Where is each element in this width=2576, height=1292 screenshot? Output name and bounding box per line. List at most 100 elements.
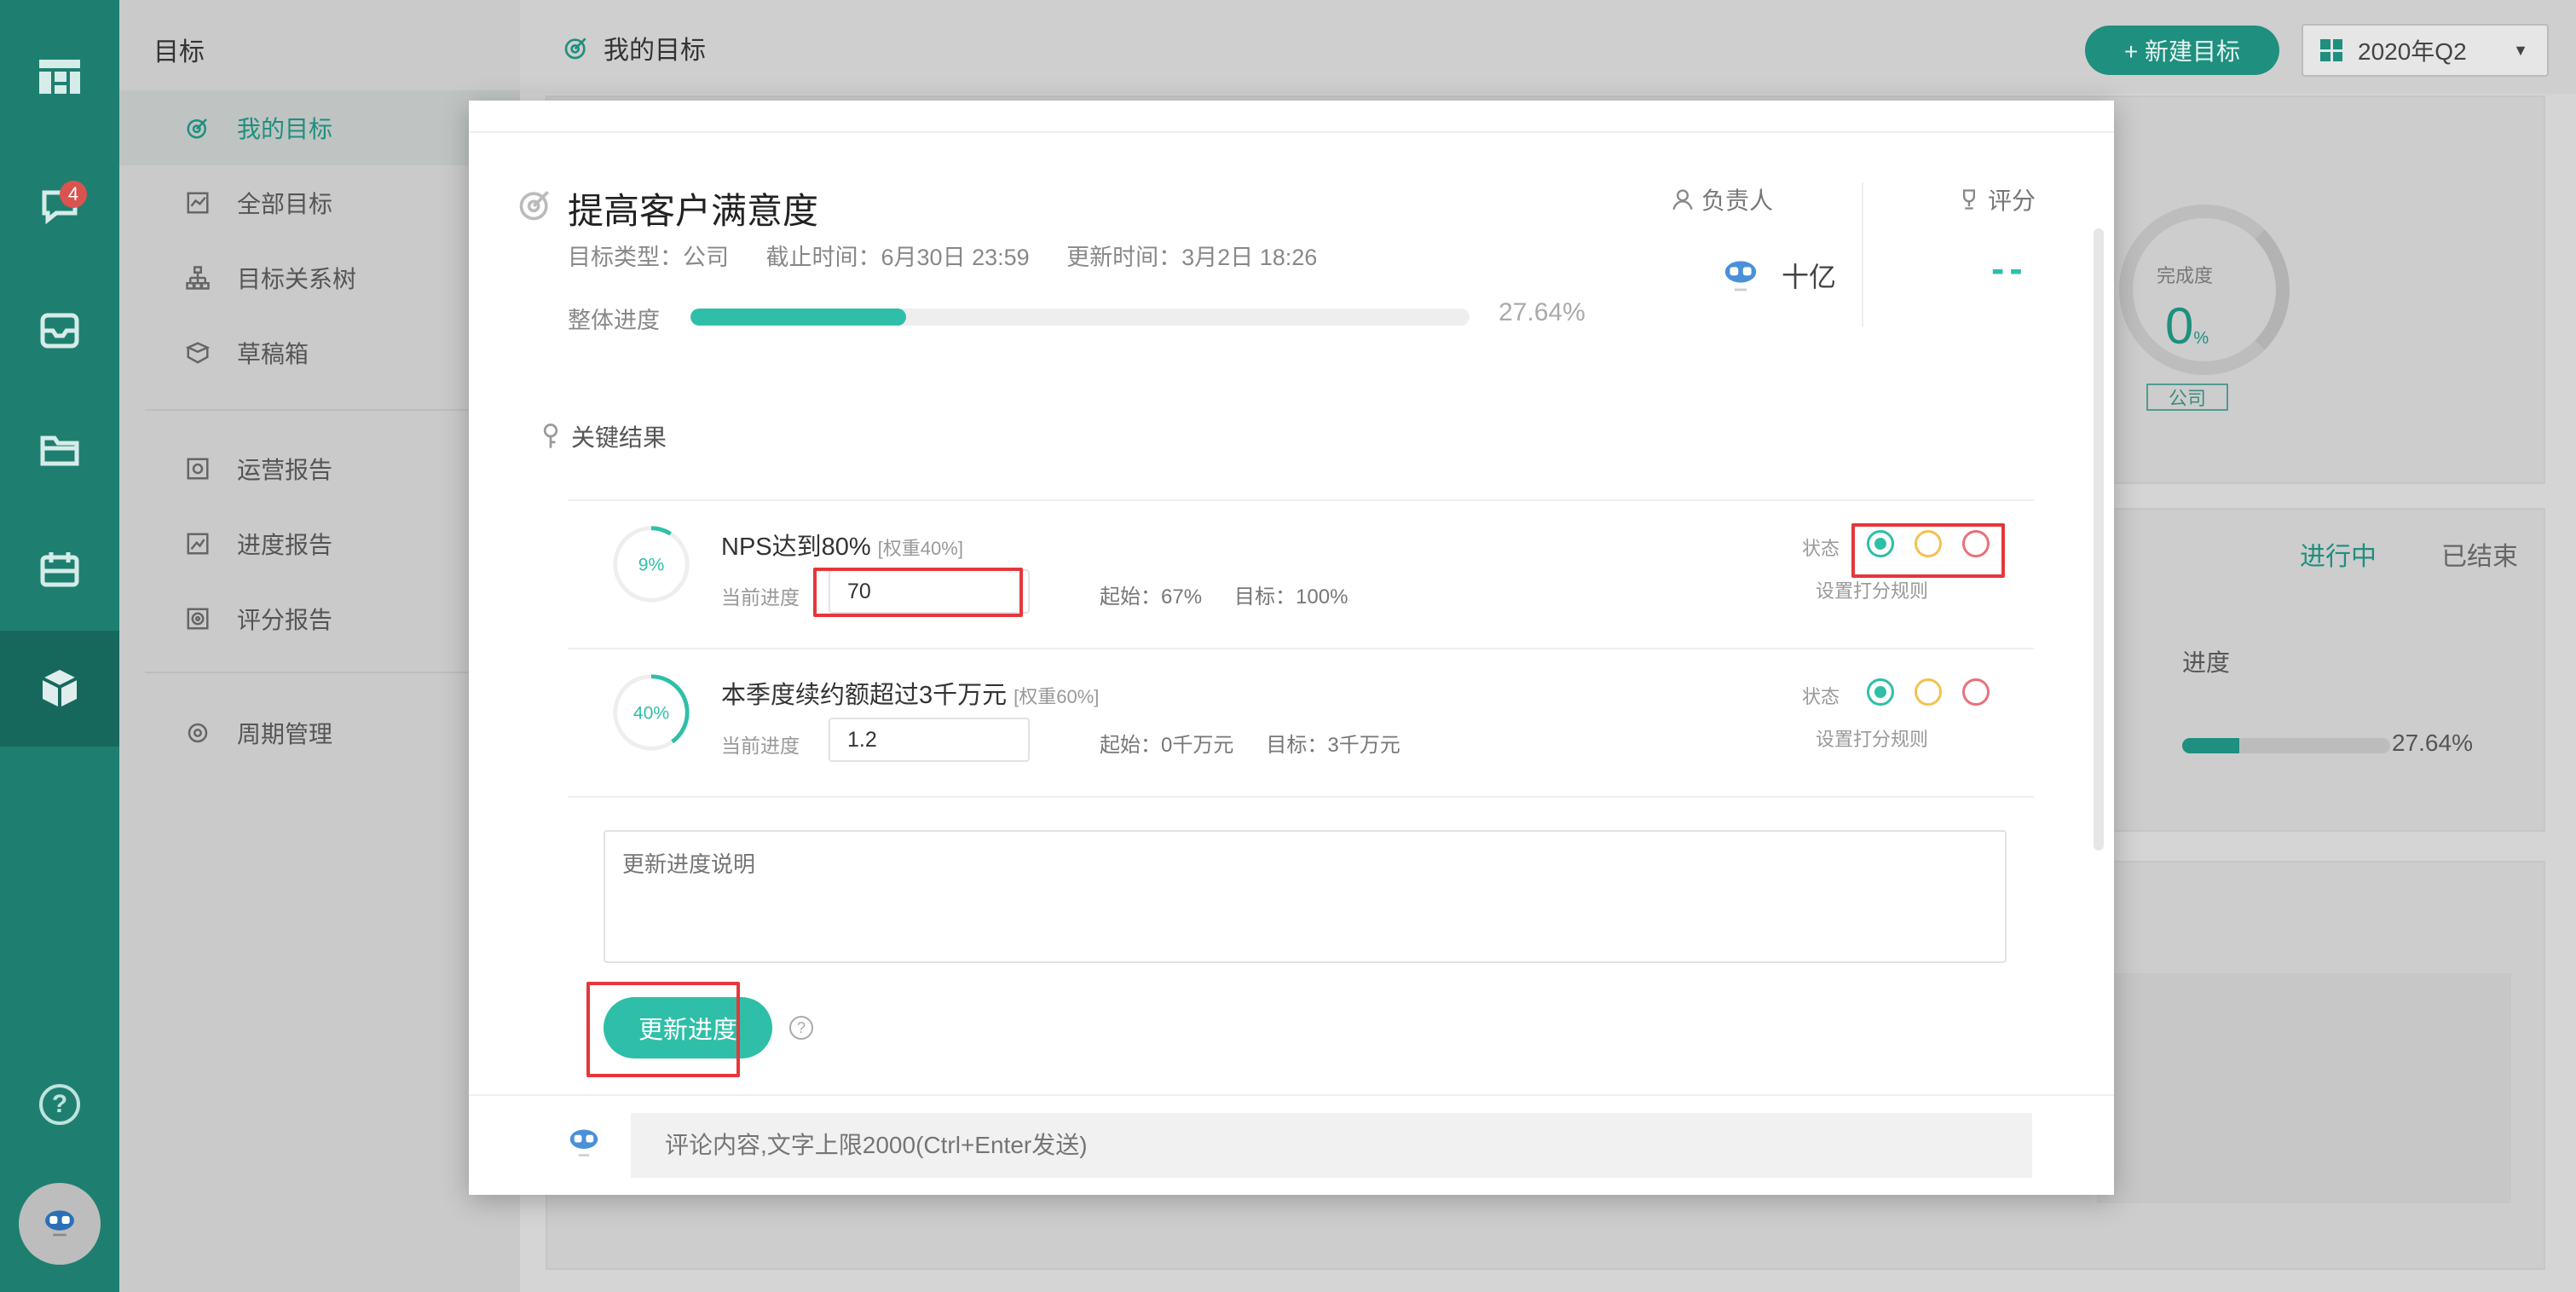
trend-icon	[182, 528, 213, 559]
owner-label: 负责人	[1671, 182, 1773, 216]
owner-name: 十亿	[1782, 262, 1837, 292]
score-value: --	[1991, 246, 2028, 291]
sidebar: 目标 我的目标 全部目标 目标关系树 草稿箱 运营报告 进度报告 评分报告 周期…	[119, 0, 520, 1292]
settings-icon	[182, 718, 213, 748]
key-icon	[543, 424, 558, 448]
page-title-text: 我的目标	[604, 37, 706, 65]
divider	[568, 796, 2034, 798]
modal-toolbar	[469, 101, 2114, 133]
commenter-avatar	[569, 1129, 598, 1156]
sidebar-item-label: 草稿箱	[237, 341, 309, 367]
score-label: 评分	[1957, 182, 2036, 216]
kr-range: 起始：0千万元 目标：3千万元	[1100, 734, 1401, 757]
overall-progress-label: 整体进度	[568, 308, 660, 333]
modal-scrollbar[interactable]	[2094, 228, 2104, 851]
goal-title: 提高客户满意度	[568, 191, 819, 231]
sidebar-item-goal-tree[interactable]: 目标关系树	[119, 240, 520, 315]
goal-updated-time: 更新时间：3月2日 18:26	[1066, 245, 1318, 270]
trophy-icon	[1963, 189, 1975, 210]
kr-range: 起始：67% 目标：100%	[1100, 585, 1349, 609]
score-report-icon	[182, 603, 213, 634]
sidebar-item-label: 我的目标	[237, 116, 333, 142]
kr-state-label: 状态	[1802, 686, 1840, 707]
status-delayed-radio[interactable]	[1962, 530, 1990, 557]
sidebar-item-label: 进度报告	[237, 532, 333, 558]
sidebar-item-score-report[interactable]: 评分报告	[119, 581, 520, 656]
key-result-item: 9% NPS达到80%[权重40%] 当前进度 起始：67%目标：100% 状态…	[568, 499, 2034, 646]
goal-meta: 目标类型：公司 截止时间：6月30日 23:59 更新时间：3月2日 18:26	[568, 239, 1348, 272]
sidebar-item-drafts[interactable]: 草稿箱	[119, 315, 520, 390]
target-icon	[519, 191, 549, 221]
sidebar-item-all-goals[interactable]: 全部目标	[119, 165, 520, 240]
sidebar-divider	[145, 672, 503, 673]
sidebar-item-cycle-management[interactable]: 周期管理	[119, 695, 520, 770]
app-rail: 4 ?	[0, 0, 119, 1292]
chat-icon[interactable]	[0, 148, 119, 264]
inbox-icon[interactable]	[0, 273, 119, 389]
quarter-value: 2020年Q2	[2358, 38, 2467, 65]
new-goal-button[interactable]: + 新建目标	[2085, 26, 2279, 75]
key-result-item: 40% 本季度续约额超过3千万元[权重60%] 当前进度 起始：0千万元目标：3…	[568, 648, 2034, 794]
overall-progress-value: 27.64%	[1499, 298, 1585, 326]
goal-progress-bar	[2182, 738, 2390, 753]
kr-score-rule-link[interactable]: 设置打分规则	[1816, 576, 1928, 603]
kr-progress-percent: 40%	[633, 704, 669, 724]
sidebar-item-my-goals[interactable]: 我的目标	[119, 90, 520, 165]
completion-value: 0%	[2165, 297, 2209, 355]
tree-icon	[182, 262, 213, 293]
help-icon[interactable]: ?	[789, 1016, 813, 1040]
box-icon[interactable]	[0, 631, 119, 747]
kr-current-label: 当前进度	[721, 735, 800, 757]
sidebar-item-label: 周期管理	[237, 721, 333, 747]
key-results-heading: 关键结果	[540, 419, 667, 453]
target-icon	[182, 112, 213, 143]
page-title: 我的目标	[563, 29, 706, 66]
sidebar-item-label: 全部目标	[237, 191, 333, 217]
update-progress-button[interactable]: 更新进度	[604, 997, 772, 1058]
type-tag: 公司	[2146, 384, 2228, 411]
sidebar-item-label: 目标关系树	[237, 266, 357, 292]
kr-name: NPS达到80% [权重40%]	[721, 534, 963, 561]
sidebar-item-label: 运营报告	[237, 457, 333, 483]
person-icon	[1672, 189, 1693, 210]
status-normal-radio[interactable]	[1867, 678, 1894, 706]
column-progress: 进度	[2182, 649, 2231, 676]
activity-list	[2097, 973, 2511, 1203]
goal-deadline: 截止时间：6月30日 23:59	[765, 245, 1030, 270]
sidebar-divider	[145, 409, 503, 411]
quarter-select[interactable]: 2020年Q2 ▼	[2302, 24, 2549, 77]
sidebar-item-progress-report[interactable]: 进度报告	[119, 506, 520, 581]
help-icon[interactable]: ?	[39, 1084, 80, 1125]
calendar-icon[interactable]	[0, 511, 119, 627]
goal-detail-modal: 提高客户满意度 目标类型：公司 截止时间：6月30日 23:59 更新时间：3月…	[469, 101, 2114, 1195]
sidebar-item-ops-report[interactable]: 运营报告	[119, 431, 520, 506]
completion-label: 完成度	[2157, 265, 2214, 286]
comment-input[interactable]	[631, 1113, 2032, 1178]
caret-down-icon: ▼	[2513, 41, 2528, 59]
folder-icon[interactable]	[0, 392, 119, 508]
kr-current-input[interactable]	[829, 569, 1030, 614]
status-risk-radio[interactable]	[1915, 678, 1942, 706]
divider	[1862, 182, 1863, 327]
kr-current-input[interactable]	[829, 718, 1030, 762]
status-delayed-radio[interactable]	[1962, 678, 1990, 706]
overall-progress-bar	[690, 309, 1470, 326]
kr-state-radios	[1867, 530, 1990, 557]
tab-finished[interactable]: 已结束	[2441, 535, 2518, 573]
user-avatar[interactable]	[19, 1183, 101, 1265]
sidebar-item-label: 评分报告	[237, 607, 333, 633]
kr-name: 本季度续约额超过3千万元 [权重60%]	[721, 682, 1100, 709]
status-normal-radio[interactable]	[1867, 530, 1894, 557]
progress-description-input[interactable]	[604, 830, 2007, 963]
kr-score-rule-link[interactable]: 设置打分规则	[1816, 724, 1928, 752]
kr-current-label: 当前进度	[721, 586, 800, 609]
dashboard-icon[interactable]	[0, 19, 119, 135]
chart-icon	[182, 187, 213, 218]
status-risk-radio[interactable]	[1915, 530, 1942, 557]
tab-in-progress[interactable]: 进行中	[2300, 535, 2377, 573]
grid-icon	[2320, 39, 2342, 61]
goal-progress-value: 27.64%	[2392, 730, 2473, 756]
sidebar-title: 目标	[153, 38, 205, 66]
owner-avatar[interactable]	[1717, 254, 1765, 302]
kr-progress-circle: 9%	[613, 526, 690, 603]
